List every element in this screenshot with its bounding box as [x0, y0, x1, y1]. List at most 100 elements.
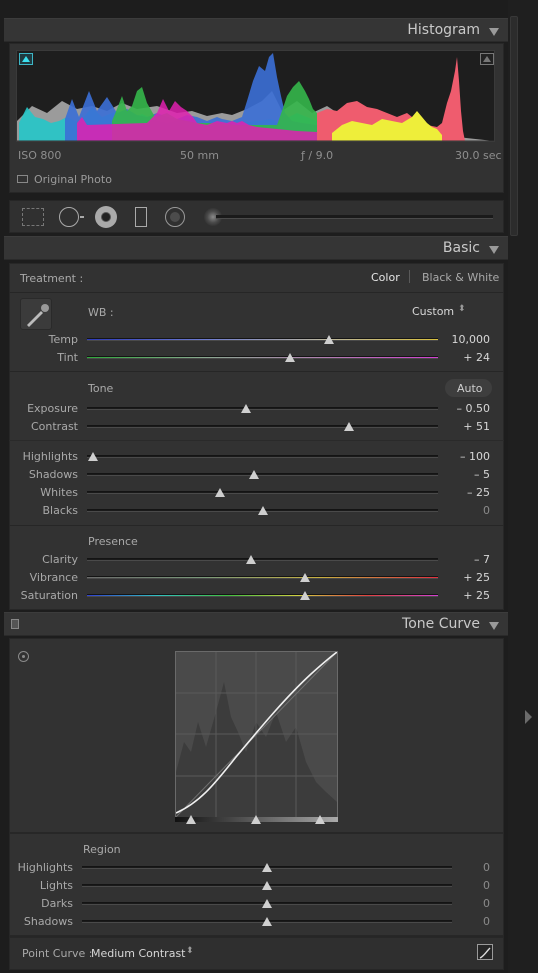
- shadows-slider-thumb[interactable]: [249, 470, 259, 479]
- wb-label: WB :: [88, 306, 114, 319]
- whites-value[interactable]: – 25: [430, 486, 490, 499]
- spot-removal-icon[interactable]: [59, 207, 79, 227]
- red-eye-icon[interactable]: [95, 206, 117, 228]
- curve-split-shadows-thumb[interactable]: [186, 815, 196, 824]
- vibrance-value[interactable]: + 25: [430, 571, 490, 584]
- curve-split-midtones-thumb[interactable]: [251, 815, 261, 824]
- region-lights-value[interactable]: 0: [430, 879, 490, 892]
- collapse-triangle-icon[interactable]: [489, 622, 499, 630]
- highlights-slider-thumb[interactable]: [88, 452, 98, 461]
- region-highlights-thumb[interactable]: [262, 863, 272, 872]
- temp-slider-thumb[interactable]: [324, 335, 334, 344]
- point-curve-select[interactable]: Medium Contrast: [91, 947, 185, 960]
- wb-eyedropper-icon[interactable]: [20, 298, 52, 330]
- iso-readout: ISO 800: [18, 149, 62, 162]
- aperture-readout: ƒ / 9.0: [301, 149, 334, 162]
- tint-slider-thumb[interactable]: [285, 353, 295, 362]
- tint-slider[interactable]: [87, 356, 438, 359]
- basic-header[interactable]: Basic: [4, 236, 508, 260]
- separator: [9, 440, 504, 441]
- region-section-label: Region: [83, 843, 121, 856]
- highlight-clipping-icon: [483, 56, 491, 62]
- contrast-slider-thumb[interactable]: [344, 422, 354, 431]
- whites-slider[interactable]: [87, 491, 438, 494]
- shadows-slider[interactable]: [87, 473, 438, 476]
- shadows-value[interactable]: – 5: [430, 468, 490, 481]
- region-lights-thumb[interactable]: [262, 881, 272, 890]
- tool-slider-track[interactable]: [216, 215, 493, 219]
- tone-curve-graph[interactable]: [175, 651, 338, 818]
- panel-scrollbar[interactable]: [510, 16, 518, 236]
- shadow-clipping-toggle[interactable]: [19, 53, 33, 65]
- histogram-graph: [16, 50, 495, 142]
- saturation-slider-thumb[interactable]: [300, 591, 310, 600]
- target-dot: [22, 655, 25, 658]
- tone-curve-enable-switch[interactable]: [11, 619, 19, 629]
- region-darks-thumb[interactable]: [262, 899, 272, 908]
- region-highlights-value[interactable]: 0: [430, 861, 490, 874]
- focal-length-readout: 50 mm: [180, 149, 219, 162]
- radial-filter-inner: [170, 212, 180, 222]
- region-shadows-thumb[interactable]: [262, 917, 272, 926]
- highlights-value[interactable]: – 100: [430, 450, 490, 463]
- vibrance-label: Vibrance: [29, 571, 78, 584]
- tint-value[interactable]: + 24: [430, 351, 490, 364]
- region-shadows-label: Shadows: [23, 915, 73, 928]
- wb-preset-select[interactable]: Custom: [412, 305, 454, 318]
- vibrance-slider-thumb[interactable]: [300, 573, 310, 582]
- tone-curve-header[interactable]: Tone Curve: [4, 612, 508, 636]
- vibrance-slider[interactable]: [87, 576, 438, 579]
- separator: [9, 525, 504, 526]
- region-shadows-value[interactable]: 0: [430, 915, 490, 928]
- contrast-label: Contrast: [30, 420, 78, 433]
- collapse-triangle-icon[interactable]: [489, 246, 499, 254]
- clarity-value[interactable]: – 7: [430, 553, 490, 566]
- red-eye-pupil: [101, 212, 111, 222]
- contrast-slider[interactable]: [87, 425, 438, 428]
- curve-split-highlights-thumb[interactable]: [315, 815, 325, 824]
- clarity-slider[interactable]: [87, 558, 438, 561]
- saturation-label: Saturation: [20, 589, 78, 602]
- exposure-slider[interactable]: [87, 407, 438, 410]
- edit-point-curve-icon[interactable]: [477, 944, 493, 960]
- histogram-title: Histogram: [407, 22, 480, 38]
- contrast-value[interactable]: + 51: [430, 420, 490, 433]
- highlight-clipping-toggle[interactable]: [480, 53, 494, 65]
- clarity-label: Clarity: [42, 553, 78, 566]
- tint-label: Tint: [57, 351, 78, 364]
- temp-slider[interactable]: [87, 338, 438, 341]
- highlights-slider[interactable]: [87, 455, 438, 458]
- targeted-adjustment-icon[interactable]: [18, 651, 29, 662]
- histogram-header[interactable]: Histogram: [4, 18, 508, 42]
- saturation-value[interactable]: + 25: [430, 589, 490, 602]
- exposure-slider-thumb[interactable]: [241, 404, 251, 413]
- collapse-panel-arrow-icon[interactable]: [525, 710, 532, 724]
- saturation-slider[interactable]: [87, 594, 438, 597]
- radial-filter-icon[interactable]: [165, 207, 185, 227]
- original-photo-checkbox[interactable]: [17, 175, 28, 183]
- treatment-bw-button[interactable]: Black & White: [422, 271, 499, 284]
- original-photo-label: Original Photo: [34, 173, 112, 186]
- whites-slider-thumb[interactable]: [215, 488, 225, 497]
- treatment-color-button[interactable]: Color: [371, 271, 400, 284]
- graduated-filter-icon[interactable]: [135, 207, 147, 227]
- clarity-slider-thumb[interactable]: [246, 555, 256, 564]
- blacks-label: Blacks: [42, 504, 79, 517]
- separator: [9, 292, 504, 293]
- auto-tone-button[interactable]: Auto: [445, 379, 492, 397]
- spot-removal-arrow: [80, 216, 84, 218]
- point-curve-select-arrows-icon: ⬍: [186, 946, 194, 956]
- exposure-value[interactable]: – 0.50: [430, 402, 491, 415]
- blacks-value[interactable]: 0: [430, 504, 490, 517]
- region-lights-label: Lights: [39, 879, 73, 892]
- crop-overlay-icon[interactable]: [22, 208, 44, 226]
- blacks-slider-thumb[interactable]: [258, 506, 268, 515]
- temp-value[interactable]: 10,000: [430, 333, 491, 346]
- region-darks-value[interactable]: 0: [430, 897, 490, 910]
- wb-select-arrows-icon: ⬍: [458, 304, 466, 314]
- collapse-triangle-icon[interactable]: [489, 28, 499, 36]
- region-darks-label: Darks: [41, 897, 73, 910]
- tone-curve-svg: [175, 651, 338, 818]
- treatment-label: Treatment :: [20, 272, 84, 285]
- treatment-divider: [409, 270, 410, 283]
